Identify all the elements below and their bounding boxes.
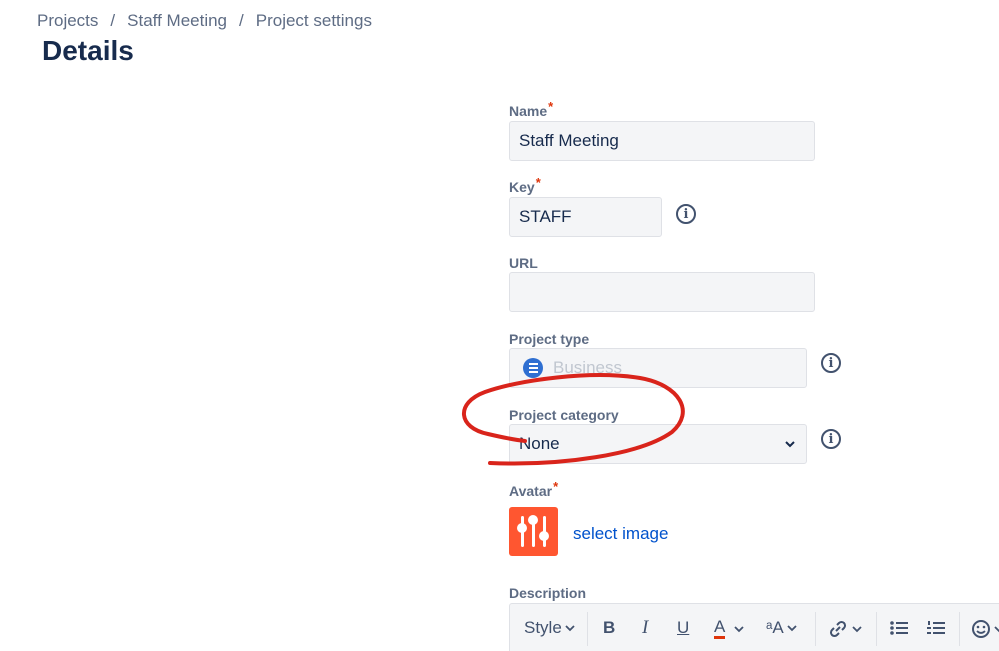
breadcrumb: Projects / Staff Meeting / Project setti… bbox=[37, 11, 372, 31]
description-toolbar: Style B I U A ᵃA bbox=[509, 603, 999, 651]
project-category-select[interactable]: None bbox=[509, 424, 807, 464]
page-title: Details bbox=[42, 35, 134, 66]
chevron-down-icon bbox=[785, 441, 795, 448]
chevron-down-icon bbox=[787, 625, 797, 632]
required-marker: * bbox=[553, 479, 559, 494]
numbered-list-icon bbox=[927, 621, 945, 634]
annotation-circle bbox=[462, 373, 685, 466]
required-marker: * bbox=[548, 99, 554, 114]
more-formatting-label: ᵃA bbox=[766, 618, 784, 637]
project-category-info-icon[interactable]: i bbox=[821, 429, 841, 449]
breadcrumb-separator: / bbox=[239, 11, 244, 30]
avatar[interactable] bbox=[509, 507, 558, 556]
toolbar-divider bbox=[959, 612, 960, 646]
toolbar-divider bbox=[587, 612, 588, 646]
style-label: Style bbox=[524, 618, 562, 637]
chevron-down-icon bbox=[994, 626, 999, 633]
name-label: Name* bbox=[509, 99, 554, 119]
more-formatting-button[interactable]: ᵃA bbox=[766, 618, 797, 638]
key-label: Key* bbox=[509, 175, 541, 195]
url-input[interactable] bbox=[509, 272, 815, 312]
link-button[interactable] bbox=[827, 619, 862, 639]
project-category-value: None bbox=[519, 434, 560, 453]
bullet-list-button[interactable] bbox=[890, 620, 908, 636]
bullet-list-icon bbox=[890, 621, 908, 635]
breadcrumb-separator: / bbox=[110, 11, 116, 30]
text-color-label: A bbox=[714, 618, 726, 639]
select-image-link[interactable]: select image bbox=[573, 524, 668, 544]
business-icon bbox=[523, 358, 543, 378]
numbered-list-button[interactable] bbox=[927, 620, 945, 636]
link-icon bbox=[829, 620, 847, 638]
key-input[interactable] bbox=[509, 197, 662, 237]
description-label: Description bbox=[509, 585, 587, 601]
chevron-down-icon bbox=[565, 625, 575, 632]
project-category-label: Project category bbox=[509, 407, 619, 423]
required-marker: * bbox=[535, 175, 541, 190]
project-type-value: Business bbox=[553, 358, 622, 377]
name-input[interactable] bbox=[509, 121, 815, 161]
key-info-icon[interactable]: i bbox=[676, 204, 696, 224]
avatar-label: Avatar* bbox=[509, 479, 559, 499]
toolbar-divider bbox=[815, 612, 816, 646]
style-dropdown[interactable]: Style bbox=[524, 618, 575, 638]
italic-button[interactable]: I bbox=[642, 617, 648, 639]
bold-button[interactable]: B bbox=[603, 618, 615, 638]
url-label: URL bbox=[509, 255, 538, 271]
project-type-field: Business bbox=[509, 348, 807, 388]
emoji-button[interactable] bbox=[971, 619, 999, 639]
toolbar-divider bbox=[876, 612, 877, 646]
project-type-label: Project type bbox=[509, 331, 590, 347]
project-type-info-icon[interactable]: i bbox=[821, 353, 841, 373]
text-color-button[interactable]: A bbox=[714, 618, 744, 639]
emoji-icon bbox=[972, 620, 990, 638]
chevron-down-icon bbox=[852, 626, 862, 633]
underline-button[interactable]: U bbox=[677, 618, 689, 638]
breadcrumb-project-settings[interactable]: Project settings bbox=[256, 11, 372, 31]
chevron-down-icon bbox=[734, 625, 744, 632]
breadcrumb-projects[interactable]: Projects bbox=[37, 11, 98, 31]
breadcrumb-staff-meeting[interactable]: Staff Meeting bbox=[127, 11, 227, 31]
